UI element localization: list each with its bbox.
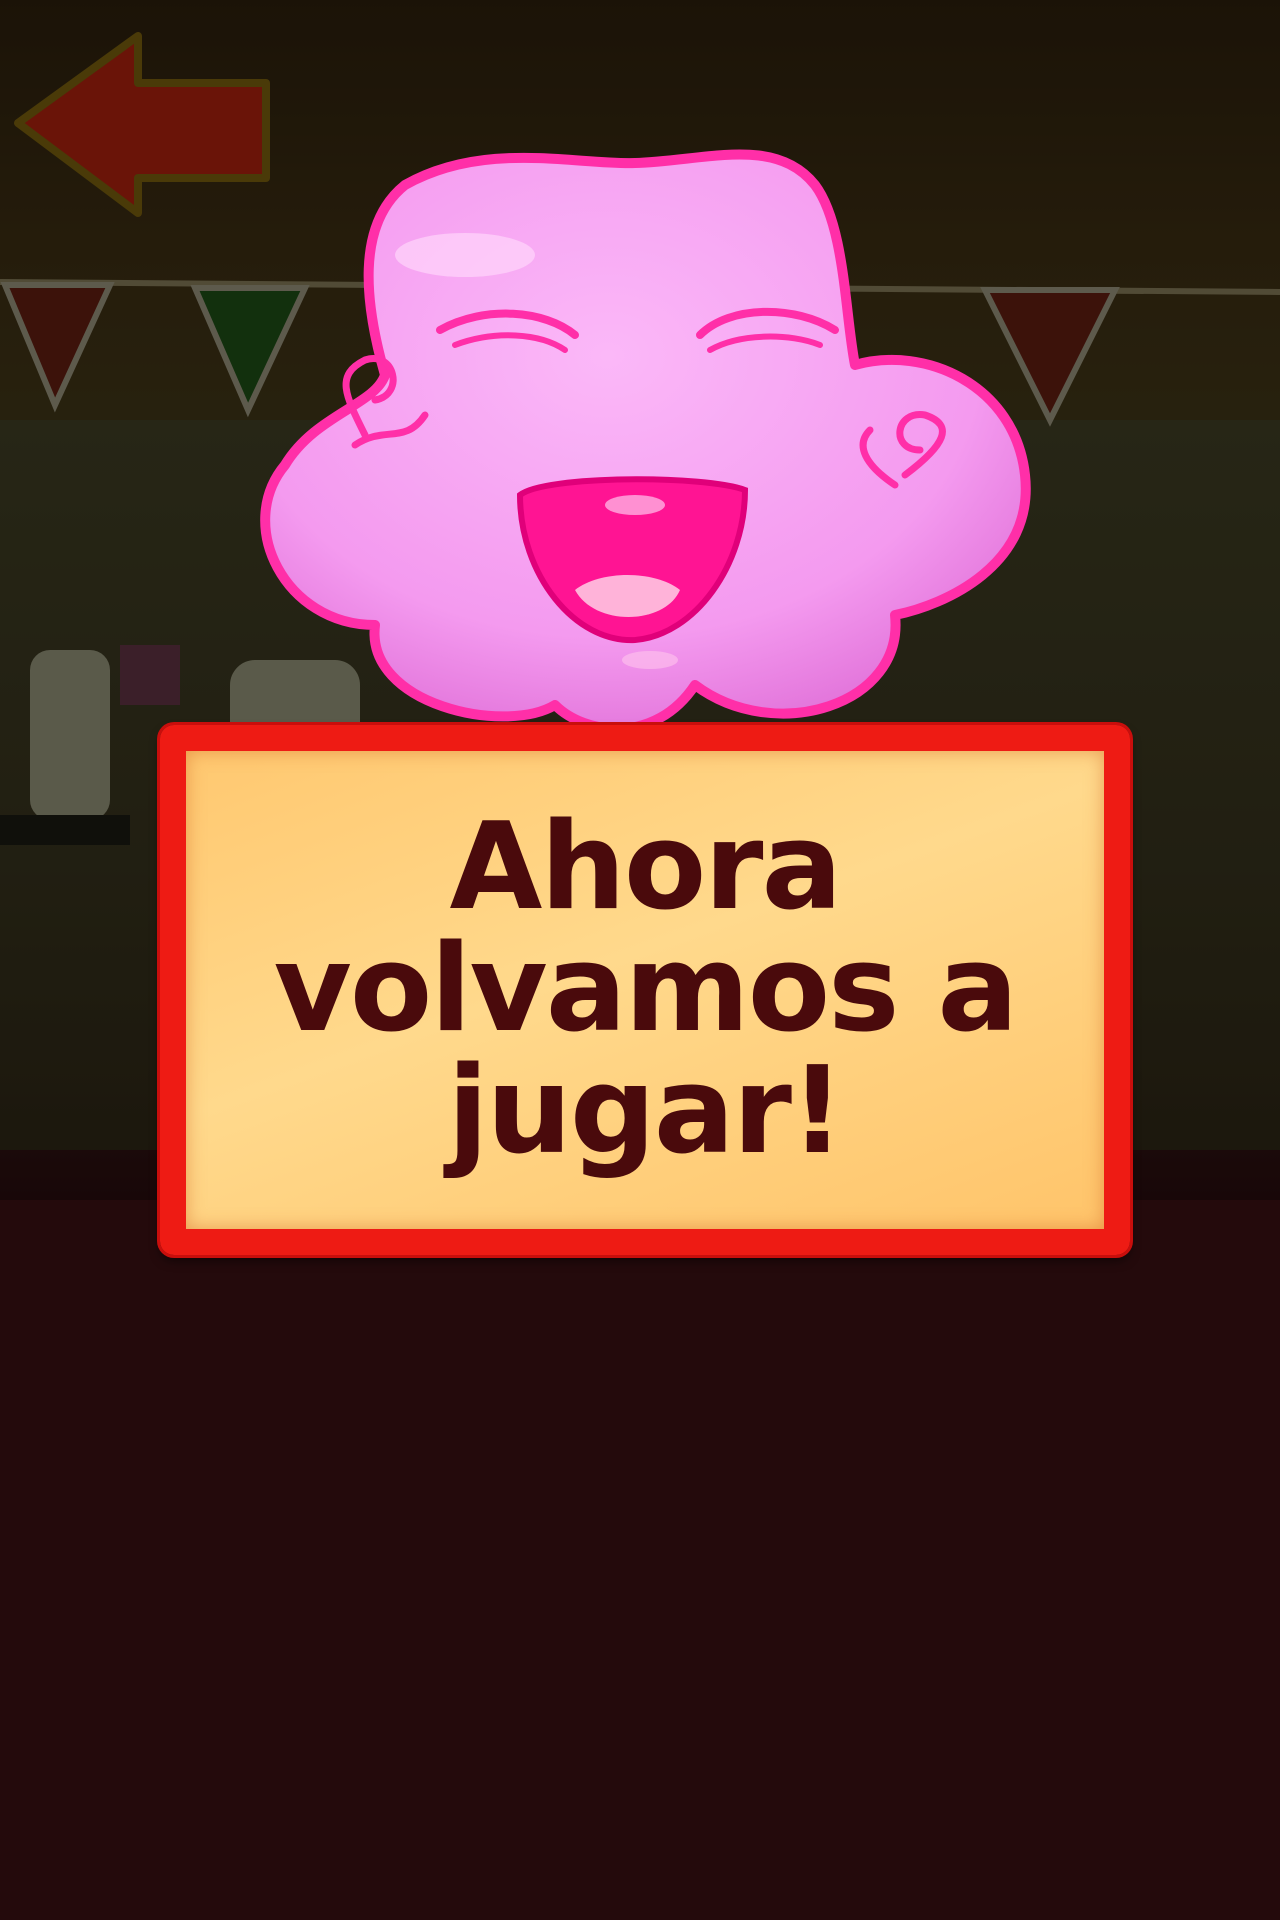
pink-blob-character [260,149,1031,734]
message-panel: Ahora volvamos a jugar! [160,725,1130,1255]
blob-body [260,149,1031,734]
back-arrow-icon[interactable] [8,28,278,218]
message-text: Ahora volvamos a jugar! [273,798,1019,1181]
game-screen: Ahora volvamos a jugar! [0,0,1280,1920]
